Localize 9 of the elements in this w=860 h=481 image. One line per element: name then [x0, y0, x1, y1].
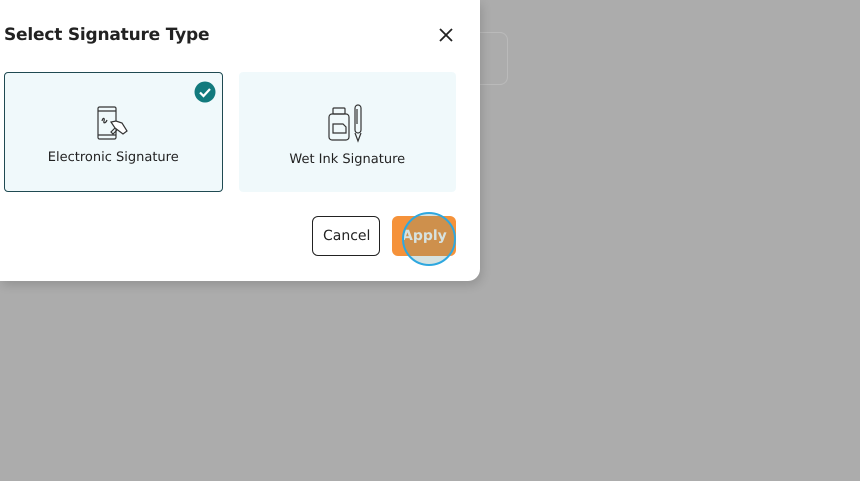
- check-icon: [194, 81, 216, 103]
- dialog-title: Select Signature Type: [4, 25, 210, 45]
- option-label: Wet Ink Signature: [289, 152, 406, 166]
- close-icon: [438, 27, 454, 43]
- signature-option[interactable]: Electronic Signature: [4, 72, 222, 192]
- cancel-button[interactable]: Cancel: [312, 216, 380, 256]
- option-label: Electronic Signature: [48, 150, 179, 164]
- phone-signing-icon: [97, 106, 130, 142]
- signature-option[interactable]: Wet Ink Signature: [238, 72, 456, 192]
